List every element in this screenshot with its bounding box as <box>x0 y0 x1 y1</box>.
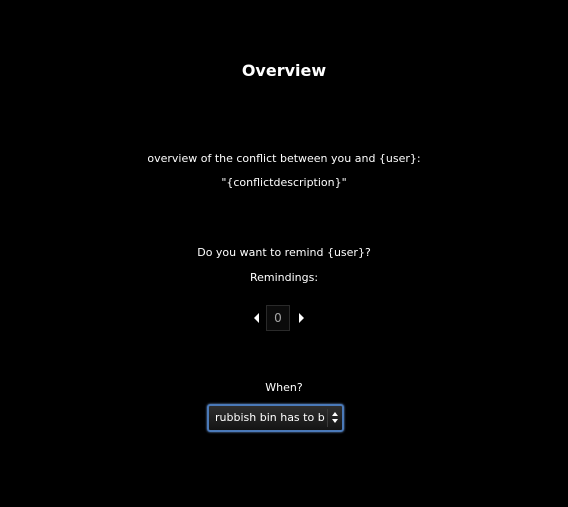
triangle-right-icon[interactable] <box>299 313 304 323</box>
select-divider <box>327 409 328 427</box>
triangle-left-icon[interactable] <box>254 313 259 323</box>
when-select-value: rubbish bin has to be taken out <box>215 411 325 424</box>
when-label: When? <box>265 381 303 394</box>
remind-question: Do you want to remind {user}? <box>197 246 371 259</box>
remindings-stepper[interactable]: 0 <box>252 305 308 331</box>
page-title: Overview <box>241 61 327 80</box>
when-select[interactable]: rubbish bin has to be taken out <box>207 404 344 432</box>
remindings-count: 0 <box>266 305 290 331</box>
up-down-arrows-icon <box>331 412 339 424</box>
conflict-heading: overview of the conflict between you and… <box>147 152 421 165</box>
conflict-description: "{conflictdescription}" <box>221 176 347 189</box>
remindings-label: Remindings: <box>249 271 319 284</box>
